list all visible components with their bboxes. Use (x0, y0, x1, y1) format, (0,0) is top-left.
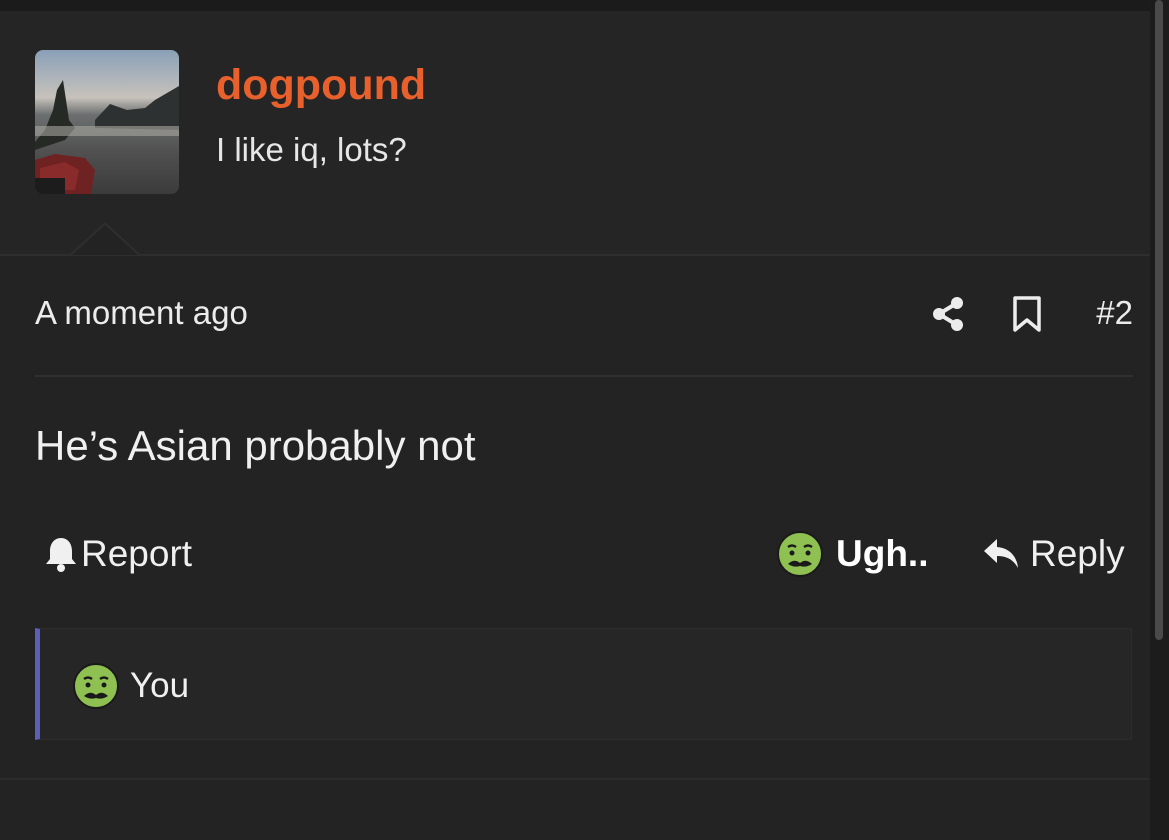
reply-arrow-icon (984, 539, 1018, 568)
meta-divider (35, 375, 1133, 377)
top-bar (0, 0, 1169, 11)
post-content: He’s Asian probably not (35, 422, 476, 469)
post-meta: A moment ago #2 (35, 294, 1133, 336)
reply-label: Reply (1030, 533, 1125, 574)
username[interactable]: dogpound (216, 61, 426, 110)
bookmark-icon[interactable] (1012, 296, 1042, 332)
profile-header: dogpound I like iq, lots? (0, 11, 1150, 256)
reply-button[interactable]: Reply (982, 530, 1125, 578)
bell-icon (46, 538, 76, 572)
reaction-entry[interactable]: You (72, 662, 189, 710)
post-timestamp: A moment ago (35, 294, 248, 331)
avatar[interactable] (35, 50, 179, 194)
header-pointer-fill (72, 225, 138, 255)
reaction-label: Ugh.. (836, 533, 929, 574)
scrollbar-thumb[interactable] (1155, 0, 1163, 640)
avatar-landscape-image (35, 50, 179, 194)
reactor-name: You (130, 666, 190, 705)
report-button[interactable]: Report (45, 530, 192, 578)
report-label: Report (81, 533, 193, 574)
nauseated-face-icon (777, 531, 823, 577)
post-number[interactable]: #2 (1096, 294, 1133, 332)
bottom-divider (0, 778, 1150, 780)
reaction-button[interactable]: Ugh.. (776, 530, 928, 578)
nauseated-face-icon (73, 663, 119, 709)
scrollbar[interactable] (1150, 0, 1169, 840)
share-icon[interactable] (930, 296, 966, 332)
reactions-list: You (35, 628, 1132, 740)
user-bio: I like iq, lots? (216, 131, 407, 168)
